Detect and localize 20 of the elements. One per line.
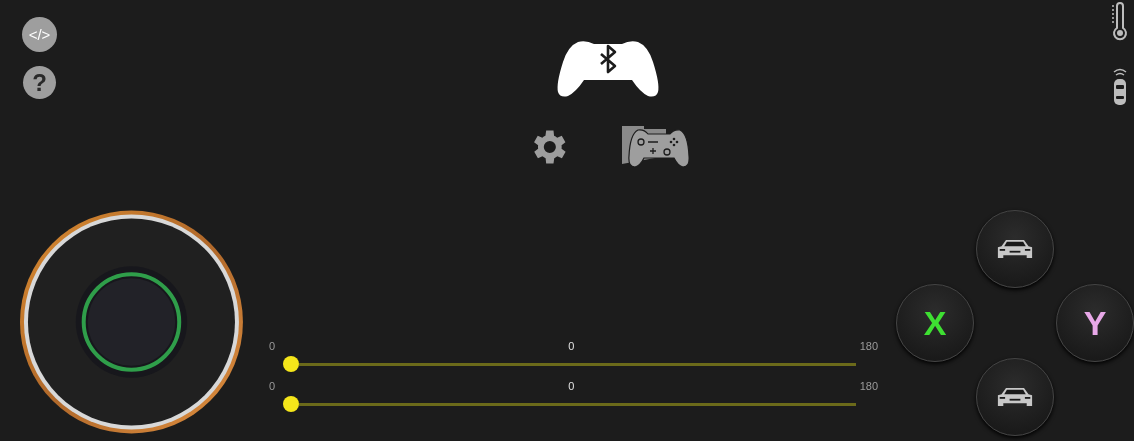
slider-min-label: 0 [268, 340, 276, 352]
slider-min-label: 0 [268, 380, 276, 392]
slider-value: 0 [568, 380, 575, 392]
joystick[interactable] [18, 208, 245, 436]
letter-button[interactable]: Y [1056, 284, 1134, 362]
car-button[interactable] [976, 210, 1054, 288]
car-icon [997, 386, 1033, 408]
slider-thumb[interactable] [282, 396, 299, 412]
slider-max-label: 180 [859, 340, 878, 352]
help-button[interactable]: ? [23, 66, 56, 99]
slider-value: 0 [568, 340, 575, 352]
gamepad-icon[interactable] [621, 126, 690, 168]
thermometer-icon[interactable] [1110, 0, 1130, 42]
slider-max-label: 180 [859, 380, 878, 392]
car-button[interactable] [976, 358, 1054, 436]
bluetooth-controller-icon[interactable] [555, 40, 660, 98]
letter-button[interactable]: X [896, 284, 974, 362]
car-icon [997, 238, 1033, 260]
car-sensor-icon[interactable] [1111, 66, 1129, 106]
slider-thumb[interactable] [282, 356, 299, 372]
